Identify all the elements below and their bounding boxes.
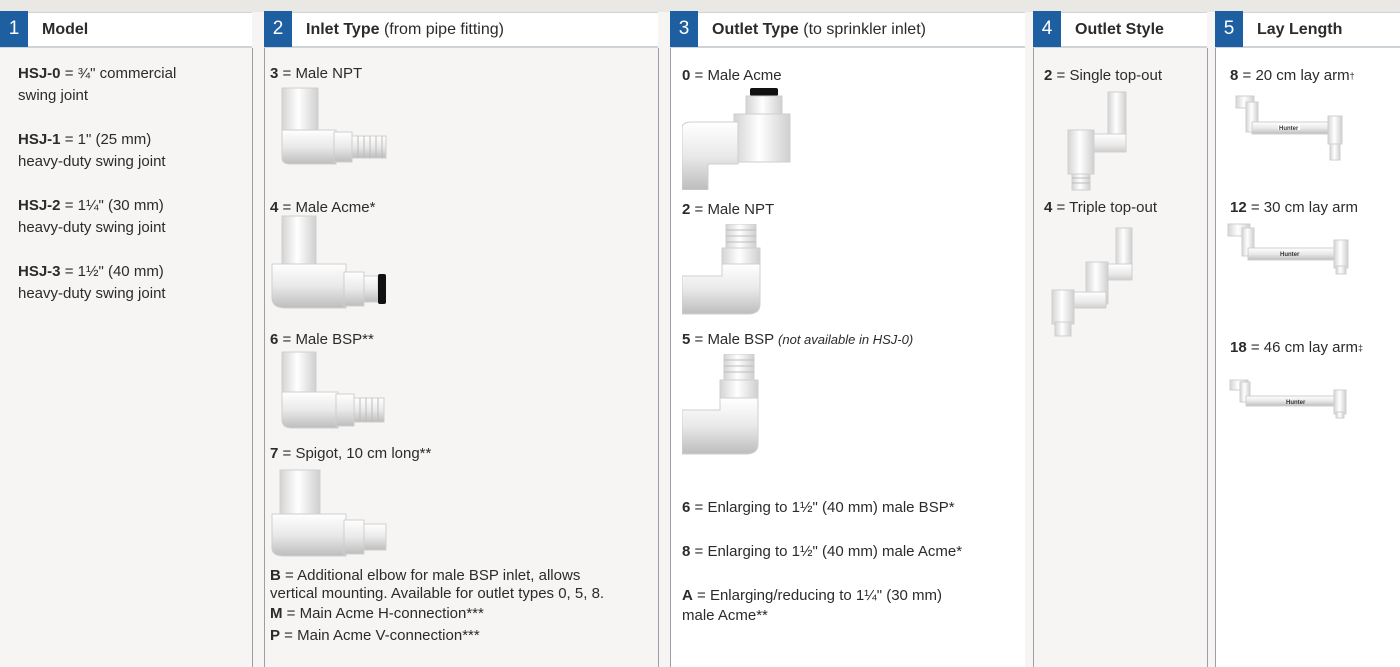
male-npt-outlet-image xyxy=(682,224,761,315)
model-configuration-table: 1 Model 2 Inlet Type (from pipe fitting)… xyxy=(0,0,1400,667)
column-divider xyxy=(264,48,265,667)
spigot-elbow-image xyxy=(271,469,387,557)
inlet-extra-option: B = Additional elbow for male BSP inlet,… xyxy=(270,567,581,584)
column-divider xyxy=(1207,48,1208,667)
header-model: 1 Model xyxy=(0,11,252,48)
length-option: 12 = 30 cm lay arm xyxy=(1230,199,1358,216)
header-inlet-type: 2 Inlet Type (from pipe fitting) xyxy=(264,11,658,48)
header-outlet-type: 3 Outlet Type (to sprinkler inlet) xyxy=(670,11,1025,48)
column-divider xyxy=(658,48,659,667)
outlet-option: 6 = Enlarging to 1½" (40 mm) male BSP* xyxy=(682,499,955,516)
model-option: HSJ-1 = 1" (25 mm) xyxy=(18,131,152,148)
model-option-desc: heavy-duty swing joint xyxy=(18,153,166,170)
outlet-option: 8 = Enlarging to 1½" (40 mm) male Acme* xyxy=(682,543,963,560)
outlet-option: A = Enlarging/reducing to 1¼" (30 mm) xyxy=(682,587,943,604)
column-divider xyxy=(670,48,671,667)
outlet-option-desc: male Acme** xyxy=(682,607,768,624)
step-number: 3 xyxy=(670,11,698,47)
column-divider xyxy=(252,48,253,667)
style-option: 4 = Triple top-out xyxy=(1044,199,1157,216)
male-bsp-outlet-image xyxy=(682,354,759,455)
header-title: Lay Length xyxy=(1257,20,1343,38)
model-option-desc: heavy-duty swing joint xyxy=(18,219,166,236)
length-option: 8 = 20 cm lay arm† xyxy=(1230,67,1355,84)
top-band xyxy=(0,0,1400,12)
male-npt-elbow-image xyxy=(281,87,387,165)
brand-logo: Hunter xyxy=(1280,252,1300,258)
male-acme-elbow-image xyxy=(271,215,386,309)
header-title: Inlet Type (from pipe fitting) xyxy=(306,20,504,38)
inlet-extra-option: M = Main Acme H-connection*** xyxy=(270,605,484,622)
inlet-extra-desc: vertical mounting. Available for outlet … xyxy=(270,585,605,602)
inlet-option: 6 = Male BSP** xyxy=(270,331,374,348)
column-model-bg xyxy=(0,12,252,667)
inlet-extra-option: P = Main Acme V-connection*** xyxy=(270,627,480,644)
style-option: 2 = Single top-out xyxy=(1044,67,1163,84)
model-option: HSJ-2 = 1¼" (30 mm) xyxy=(18,197,164,214)
brand-logo: Hunter xyxy=(1286,400,1306,406)
single-top-out-image xyxy=(1067,91,1127,191)
outlet-option: 0 = Male Acme xyxy=(682,67,782,84)
step-number: 4 xyxy=(1033,11,1061,47)
step-number: 1 xyxy=(0,11,28,47)
male-acme-outlet-image xyxy=(682,88,791,190)
inlet-option: 3 = Male NPT xyxy=(270,65,363,82)
header-title: Outlet Style xyxy=(1075,20,1164,38)
brand-logo: Hunter xyxy=(1279,126,1299,132)
model-option-desc: swing joint xyxy=(18,87,89,104)
model-option-desc: heavy-duty swing joint xyxy=(18,285,166,302)
step-number: 5 xyxy=(1215,11,1243,47)
model-option: HSJ-3 = 1½" (40 mm) xyxy=(18,263,164,280)
triple-top-out-image xyxy=(1051,227,1133,337)
column-divider xyxy=(1215,48,1216,667)
column-divider xyxy=(1033,48,1034,667)
lay-arm-46cm-image: Hunter xyxy=(1229,379,1347,419)
inlet-option: 7 = Spigot, 10 cm long** xyxy=(270,445,432,462)
length-option: 18 = 46 cm lay arm‡ xyxy=(1230,339,1363,356)
model-option: HSJ-0 = ¾" commercial xyxy=(18,65,177,82)
outlet-option: 5 = Male BSP (not available in HSJ-0) xyxy=(682,331,914,348)
header-title: Outlet Type (to sprinkler inlet) xyxy=(712,20,926,38)
header-title: Model xyxy=(42,20,89,38)
outlet-option: 2 = Male NPT xyxy=(682,201,775,218)
header-outlet-style: 4 Outlet Style xyxy=(1033,11,1207,48)
male-bsp-elbow-image xyxy=(281,351,385,429)
header-lay-length: 5 Lay Length xyxy=(1215,11,1400,48)
lay-arm-20cm-image: Hunter xyxy=(1235,95,1343,161)
lay-arm-30cm-image: Hunter xyxy=(1227,223,1349,275)
step-number: 2 xyxy=(264,11,292,47)
